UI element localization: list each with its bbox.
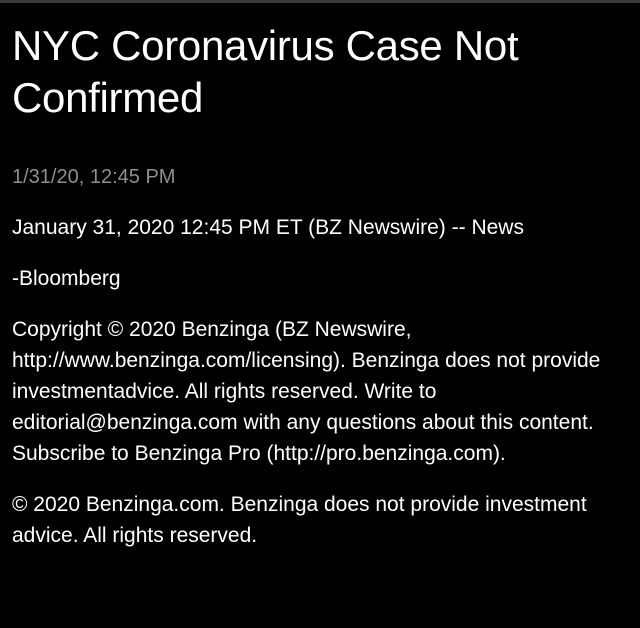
news-article: NYC Coronavirus Case Not Confirmed 1/31/…: [12, 20, 624, 551]
article-dateline: January 31, 2020 12:45 PM ET (BZ Newswir…: [12, 216, 524, 239]
article-source: -Bloomberg: [12, 267, 121, 290]
article-copyright: Copyright © 2020 Benzinga (BZ Newswire, …: [12, 318, 601, 465]
article-timestamp: 1/31/20, 12:45 PM: [12, 166, 176, 188]
article-title: NYC Coronavirus Case Not Confirmed: [12, 22, 519, 121]
article-footer: © 2020 Benzinga.com. Benzinga does not p…: [12, 493, 587, 547]
top-divider: [0, 0, 640, 3]
